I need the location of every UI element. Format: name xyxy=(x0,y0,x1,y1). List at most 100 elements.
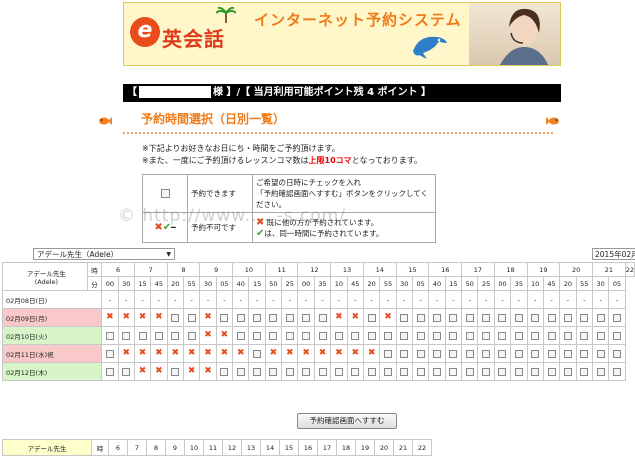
slot-checkbox[interactable] xyxy=(220,367,229,376)
slot-cell[interactable] xyxy=(461,362,479,381)
slot-cell[interactable] xyxy=(411,326,430,345)
slot-cell[interactable] xyxy=(248,326,266,345)
slot-checkbox[interactable] xyxy=(580,313,589,322)
slot-cell[interactable] xyxy=(133,326,152,345)
slot-checkbox[interactable] xyxy=(105,367,114,376)
slot-cell[interactable] xyxy=(101,344,119,363)
slot-cell[interactable] xyxy=(510,344,528,363)
slot-cell[interactable] xyxy=(379,326,397,345)
slot-cell[interactable] xyxy=(117,362,135,381)
slot-cell[interactable] xyxy=(264,362,283,381)
slot-cell[interactable] xyxy=(248,308,266,327)
slot-checkbox[interactable] xyxy=(596,331,605,340)
slot-checkbox[interactable] xyxy=(400,331,409,340)
slot-checkbox[interactable] xyxy=(416,349,425,358)
slot-checkbox[interactable] xyxy=(187,331,196,340)
slot-checkbox[interactable] xyxy=(400,313,409,322)
slot-cell[interactable] xyxy=(461,326,479,345)
slot-checkbox[interactable] xyxy=(236,367,245,376)
slot-checkbox[interactable] xyxy=(531,367,540,376)
slot-cell[interactable] xyxy=(166,362,184,381)
slot-checkbox[interactable] xyxy=(613,367,622,376)
slot-checkbox[interactable] xyxy=(547,349,556,358)
slot-cell[interactable] xyxy=(575,362,593,381)
slot-cell[interactable] xyxy=(559,326,577,345)
slot-checkbox[interactable] xyxy=(482,349,491,358)
slot-checkbox[interactable] xyxy=(596,367,605,376)
slot-cell[interactable] xyxy=(117,326,135,345)
slot-checkbox[interactable] xyxy=(433,313,442,322)
slot-cell[interactable] xyxy=(101,326,119,345)
slot-cell[interactable] xyxy=(395,308,414,327)
slot-checkbox[interactable] xyxy=(563,331,572,340)
slot-checkbox[interactable] xyxy=(613,331,622,340)
slot-checkbox[interactable] xyxy=(531,349,540,358)
slot-checkbox[interactable] xyxy=(514,367,523,376)
slot-checkbox[interactable] xyxy=(253,331,262,340)
slot-cell[interactable] xyxy=(379,362,397,381)
slot-cell[interactable] xyxy=(608,362,626,381)
slot-cell[interactable] xyxy=(510,308,528,327)
slot-checkbox[interactable] xyxy=(547,367,556,376)
slot-checkbox[interactable] xyxy=(302,331,311,340)
slot-cell[interactable] xyxy=(591,344,610,363)
slot-checkbox[interactable] xyxy=(416,331,425,340)
slot-cell[interactable] xyxy=(510,362,528,381)
slot-checkbox[interactable] xyxy=(302,367,311,376)
slot-cell[interactable] xyxy=(493,362,512,381)
teacher-select[interactable]: アデール先生（Adele） ▼ xyxy=(33,248,175,260)
slot-checkbox[interactable] xyxy=(154,331,163,340)
slot-cell[interactable] xyxy=(297,308,315,327)
slot-checkbox[interactable] xyxy=(531,313,540,322)
slot-checkbox[interactable] xyxy=(613,349,622,358)
slot-cell[interactable] xyxy=(297,362,315,381)
slot-cell[interactable] xyxy=(444,362,463,381)
slot-checkbox[interactable] xyxy=(367,331,376,340)
slot-checkbox[interactable] xyxy=(482,331,491,340)
slot-checkbox[interactable] xyxy=(498,313,507,322)
slot-checkbox[interactable] xyxy=(269,313,278,322)
slot-cell[interactable] xyxy=(591,326,610,345)
slot-cell[interactable] xyxy=(150,326,168,345)
slot-checkbox[interactable] xyxy=(433,349,442,358)
slot-checkbox[interactable] xyxy=(285,313,294,322)
slot-checkbox[interactable] xyxy=(547,313,556,322)
slot-cell[interactable] xyxy=(330,326,348,345)
slot-cell[interactable] xyxy=(444,326,463,345)
slot-checkbox[interactable] xyxy=(367,313,376,322)
slot-checkbox[interactable] xyxy=(122,331,131,340)
slot-checkbox[interactable] xyxy=(465,313,474,322)
slot-cell[interactable] xyxy=(281,362,299,381)
slot-checkbox[interactable] xyxy=(383,331,392,340)
slot-cell[interactable] xyxy=(166,308,184,327)
slot-cell[interactable] xyxy=(297,326,315,345)
slot-checkbox[interactable] xyxy=(236,331,245,340)
slot-cell[interactable] xyxy=(542,326,561,345)
slot-checkbox[interactable] xyxy=(105,349,114,358)
slot-checkbox[interactable] xyxy=(400,367,409,376)
slot-checkbox[interactable] xyxy=(498,367,507,376)
slot-cell[interactable] xyxy=(477,326,495,345)
slot-cell[interactable] xyxy=(477,362,495,381)
slot-cell[interactable] xyxy=(411,308,430,327)
slot-cell[interactable] xyxy=(411,362,430,381)
slot-checkbox[interactable] xyxy=(482,367,491,376)
slot-cell[interactable] xyxy=(215,362,234,381)
slot-cell[interactable] xyxy=(575,326,593,345)
slot-checkbox[interactable] xyxy=(351,331,360,340)
slot-cell[interactable] xyxy=(559,344,577,363)
slot-checkbox[interactable] xyxy=(514,313,523,322)
slot-checkbox[interactable] xyxy=(285,331,294,340)
slot-checkbox[interactable] xyxy=(269,367,278,376)
slot-cell[interactable] xyxy=(559,308,577,327)
slot-cell[interactable] xyxy=(591,362,610,381)
slot-cell[interactable] xyxy=(477,344,495,363)
slot-cell[interactable] xyxy=(477,308,495,327)
slot-checkbox[interactable] xyxy=(498,331,507,340)
slot-checkbox[interactable] xyxy=(285,367,294,376)
slot-cell[interactable] xyxy=(330,362,348,381)
slot-cell[interactable] xyxy=(559,362,577,381)
slot-checkbox[interactable] xyxy=(269,331,278,340)
slot-checkbox[interactable] xyxy=(498,349,507,358)
slot-checkbox[interactable] xyxy=(416,313,425,322)
